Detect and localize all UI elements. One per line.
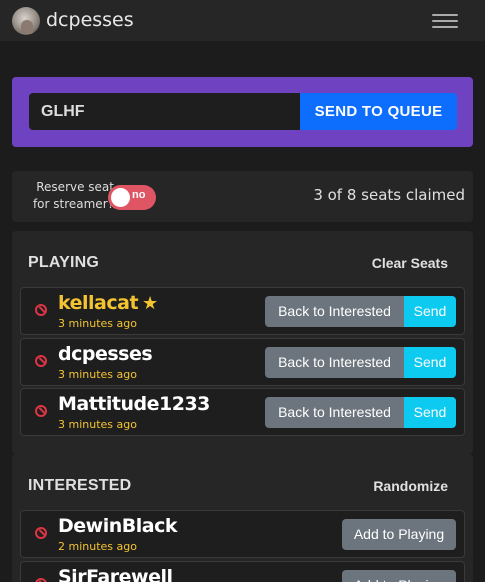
message-input[interactable]: [29, 93, 300, 130]
send-to-queue-button[interactable]: SEND TO QUEUE: [300, 93, 457, 130]
toggle-knob: [111, 188, 130, 207]
reserve-seat-panel: Reserve seat for streamer? no 3 of 8 sea…: [12, 171, 473, 222]
back-to-interested-button[interactable]: Back to Interested: [265, 347, 404, 378]
hamburger-menu-icon[interactable]: [424, 7, 468, 34]
interested-name: DewinBlack: [58, 515, 177, 537]
navbar: dcpesses: [0, 0, 485, 41]
add-to-playing-button[interactable]: Add to Playing: [342, 570, 456, 582]
add-to-playing-button[interactable]: Add to Playing: [342, 519, 456, 550]
toggle-state-label: no: [132, 189, 146, 201]
player-name: kellacat ★: [58, 292, 158, 314]
ban-icon[interactable]: [35, 355, 47, 367]
interested-row: DewinBlack 2 minutes ago Add to Playing: [20, 510, 465, 558]
seats-claimed-count: 3 of 8 seats claimed: [313, 186, 465, 204]
ban-icon[interactable]: [35, 405, 47, 417]
interested-row: SirFarewell Add to Playing: [20, 561, 465, 582]
interested-title: INTERESTED: [28, 477, 132, 494]
ban-icon[interactable]: [35, 527, 47, 539]
randomize-button[interactable]: Randomize: [373, 478, 448, 494]
player-joined-time: 3 minutes ago: [58, 317, 137, 330]
player-joined-time: 3 minutes ago: [58, 368, 137, 381]
avatar[interactable]: [12, 7, 40, 35]
back-to-interested-button[interactable]: Back to Interested: [265, 296, 404, 327]
player-name: dcpesses: [58, 343, 153, 365]
send-button[interactable]: Send: [404, 296, 456, 327]
interested-name: SirFarewell: [58, 566, 173, 582]
star-icon: ★: [142, 293, 158, 314]
player-row: Mattitude1233 3 minutes ago Back to Inte…: [20, 388, 465, 436]
player-row: kellacat ★ 3 minutes ago Back to Interest…: [20, 287, 465, 335]
brand-name[interactable]: dcpesses: [46, 9, 134, 31]
player-name: Mattitude1233: [58, 393, 210, 415]
interested-joined-time: 2 minutes ago: [58, 540, 137, 553]
ban-icon[interactable]: [35, 304, 47, 316]
queue-form: SEND TO QUEUE: [12, 77, 473, 147]
back-to-interested-button[interactable]: Back to Interested: [265, 397, 404, 428]
ban-icon[interactable]: [35, 578, 47, 582]
reserve-seat-label: Reserve seat for streamer?: [32, 180, 114, 211]
interested-section: INTERESTED Randomize DewinBlack 2 minute…: [12, 454, 473, 582]
playing-section: PLAYING Clear Seats kellacat ★ 3 minutes …: [12, 231, 473, 454]
clear-seats-button[interactable]: Clear Seats: [372, 255, 448, 271]
reserve-seat-toggle[interactable]: no: [108, 185, 156, 210]
send-button[interactable]: Send: [404, 397, 456, 428]
playing-title: PLAYING: [28, 254, 100, 271]
send-button[interactable]: Send: [404, 347, 456, 378]
player-row: dcpesses 3 minutes ago Back to Intereste…: [20, 338, 465, 386]
player-joined-time: 3 minutes ago: [58, 418, 137, 431]
